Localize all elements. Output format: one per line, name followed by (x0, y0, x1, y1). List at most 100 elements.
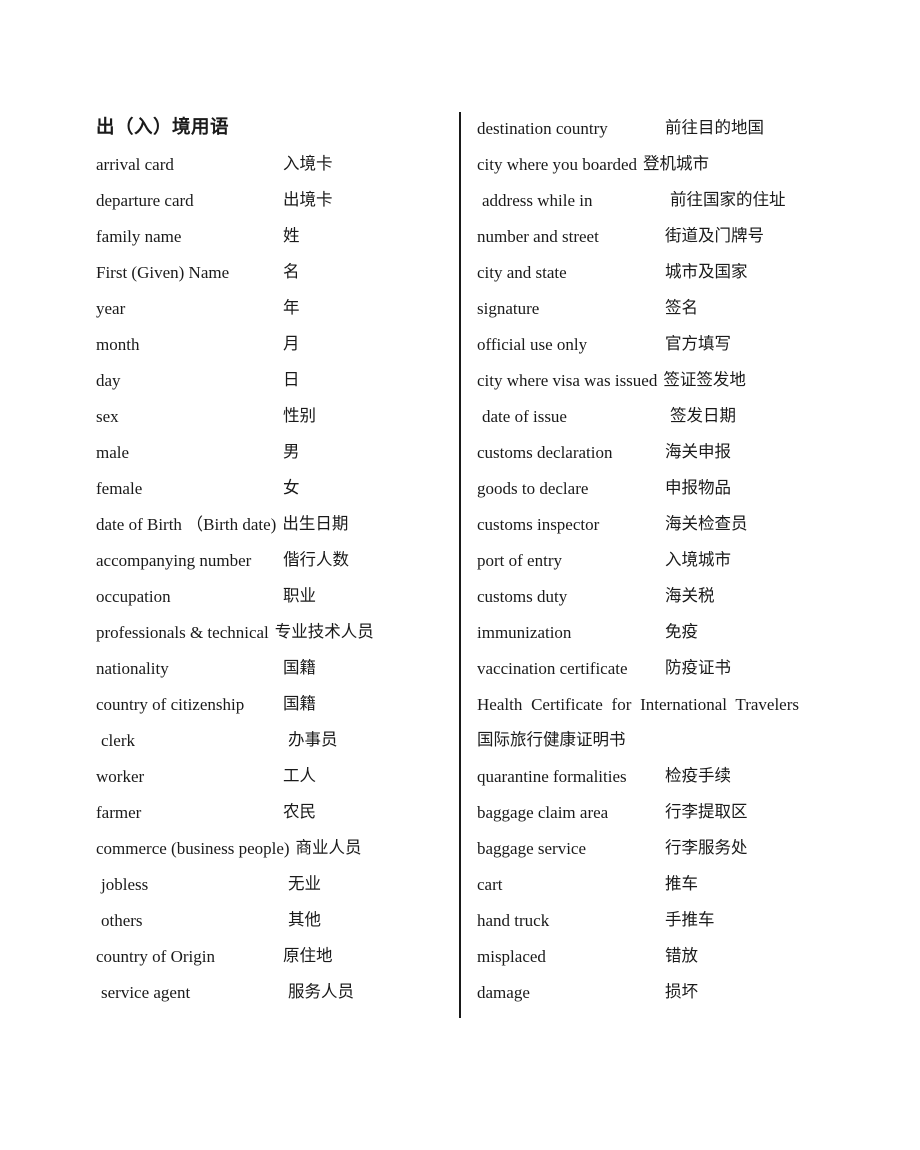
glossary-entry: professionals & technical 专业技术人员 (96, 614, 446, 650)
entry-chinese-term: 手推车 (665, 909, 715, 929)
entry-english-term: city where visa was issued (477, 370, 658, 390)
entry-english-term: nationality (96, 658, 169, 678)
glossary-entry: city and state 城市及国家 (477, 254, 877, 290)
glossary-entry: country of citizenship 国籍 (96, 686, 446, 722)
entry-english-term: hand truck (477, 910, 550, 930)
entry-chinese-term: 入境城市 (665, 549, 731, 569)
entry-english-term: vaccination certificate (477, 658, 628, 678)
glossary-entry: male 男 (96, 434, 446, 470)
glossary-entry: arrival card 入境卡 (96, 146, 446, 182)
entry-english-term: others (101, 910, 143, 930)
glossary-entry: cart 推车 (477, 866, 877, 902)
glossary-entry: month 月 (96, 326, 446, 362)
glossary-entry: worker 工人 (96, 758, 446, 794)
entry-chinese-term: 防疫证书 (665, 657, 731, 677)
entry-chinese-term: 年 (283, 297, 300, 317)
entry-english-term: Health Certificate for International Tra… (477, 694, 799, 714)
glossary-entry: damage 损坏 (477, 974, 877, 1010)
entry-english-term: clerk (101, 730, 135, 750)
entry-chinese-term: 检疫手续 (665, 765, 731, 785)
glossary-entry: year 年 (96, 290, 446, 326)
entry-english-term: misplaced (477, 946, 546, 966)
document-page: 出（入）境用语 arrival card 入境卡 departure card 出境卡… (0, 0, 920, 1150)
entry-english-term: arrival card (96, 154, 174, 174)
entry-chinese-term: 登机城市 (643, 153, 710, 173)
entry-chinese-term: 街道及门牌号 (665, 225, 764, 245)
entry-english-term: date of issue (482, 406, 567, 426)
entry-chinese-term: 海关申报 (665, 441, 731, 461)
entry-chinese-term: 损坏 (665, 981, 698, 1001)
entry-chinese-term: 签发日期 (670, 405, 736, 425)
glossary-entry: official use only 官方填写 (477, 326, 877, 362)
entry-chinese-term: 办事员 (288, 729, 338, 749)
entry-chinese-term: 名 (283, 261, 300, 281)
entry-chinese-term: 入境卡 (283, 153, 333, 173)
glossary-entry: date of Birth （Birth date) 出生日期 (96, 506, 446, 542)
glossary-entry: day 日 (96, 362, 446, 398)
entry-english-term: worker (96, 766, 145, 786)
entry-english-term: customs inspector (477, 514, 600, 534)
glossary-entry: goods to declare 申报物品 (477, 470, 877, 506)
entry-chinese-term: 行李提取区 (665, 801, 748, 821)
entry-chinese-term: 免疫 (665, 621, 698, 641)
entry-chinese-term: 前往目的地国 (665, 117, 764, 137)
entry-chinese-term: 签名 (665, 297, 698, 317)
glossary-entry: address while in 前往国家的住址 (477, 182, 877, 218)
left-glossary-column: 出（入）境用语 arrival card 入境卡 departure card 出境卡… (96, 110, 446, 1010)
entry-chinese-term: 国籍 (283, 657, 316, 677)
entry-english-term: female (96, 478, 143, 498)
entry-chinese-term: 姓 (283, 225, 300, 245)
right-glossary-column: destination country 前往目的地国 city where you … (477, 110, 877, 1010)
glossary-entry: female 女 (96, 470, 446, 506)
section-title: 出（入）境用语 (96, 117, 230, 138)
entry-chinese-term: 性别 (283, 405, 316, 425)
right-entry-list: destination country 前往目的地国 city where you … (477, 110, 877, 1010)
entry-chinese-term: 出生日期 (282, 513, 349, 533)
entry-english-term: farmer (96, 802, 142, 822)
glossary-entry: immunization 免疫 (477, 614, 877, 650)
entry-english-term: city and state (477, 262, 567, 282)
entry-english-term: damage (477, 982, 530, 1002)
entry-english-term: customs declaration (477, 442, 613, 462)
glossary-entry: vaccination certificate 防疫证书 (477, 650, 877, 686)
entry-chinese-term: 职业 (283, 585, 316, 605)
entry-english-term: departure card (96, 190, 194, 210)
entry-english-term: goods to declare (477, 478, 589, 498)
entry-english-term: customs duty (477, 586, 568, 606)
entry-english-term: occupation (96, 586, 171, 606)
glossary-entry: customs declaration 海关申报 (477, 434, 877, 470)
glossary-entry: clerk 办事员 (96, 722, 446, 758)
glossary-entry: destination country 前往目的地国 (477, 110, 877, 146)
glossary-entry: signature 签名 (477, 290, 877, 326)
left-entry-list: arrival card 入境卡 departure card 出境卡 family n… (96, 146, 446, 1010)
entry-chinese-term: 推车 (665, 873, 698, 893)
entry-english-term: immunization (477, 622, 572, 642)
glossary-entry: family name 姓 (96, 218, 446, 254)
glossary-entry: quarantine formalities 检疫手续 (477, 758, 877, 794)
entry-chinese-term: 城市及国家 (665, 261, 748, 281)
entry-chinese-term: 海关税 (665, 585, 715, 605)
entry-english-term: quarantine formalities (477, 766, 627, 786)
entry-chinese-term: 前往国家的住址 (670, 189, 786, 209)
entry-chinese-term: 原住地 (283, 945, 333, 965)
glossary-entry: accompanying number 偕行人数 (96, 542, 446, 578)
entry-english-term: family name (96, 226, 182, 246)
glossary-entry: others 其他 (96, 902, 446, 938)
entry-english-term: address while in (482, 190, 593, 210)
glossary-entry: date of issue 签发日期 (477, 398, 877, 434)
entry-chinese-term: 国际旅行健康证明书 (477, 729, 626, 749)
entry-english-term: destination country (477, 118, 608, 138)
glossary-entry: port of entry 入境城市 (477, 542, 877, 578)
entry-chinese-term: 其他 (288, 909, 321, 929)
glossary-entry: occupation 职业 (96, 578, 446, 614)
column-divider (459, 112, 461, 1018)
glossary-entry: baggage claim area 行李提取区 (477, 794, 877, 830)
glossary-entry: Health Certificate for International Tra… (477, 686, 877, 758)
entry-chinese-term: 出境卡 (283, 189, 333, 209)
glossary-entry: customs duty 海关税 (477, 578, 877, 614)
entry-english-term: cart (477, 874, 503, 894)
entry-english-term: baggage service (477, 838, 587, 858)
entry-english-term: date of Birth （Birth date) (96, 514, 277, 534)
entry-english-term: month (96, 334, 140, 354)
glossary-entry: farmer 农民 (96, 794, 446, 830)
